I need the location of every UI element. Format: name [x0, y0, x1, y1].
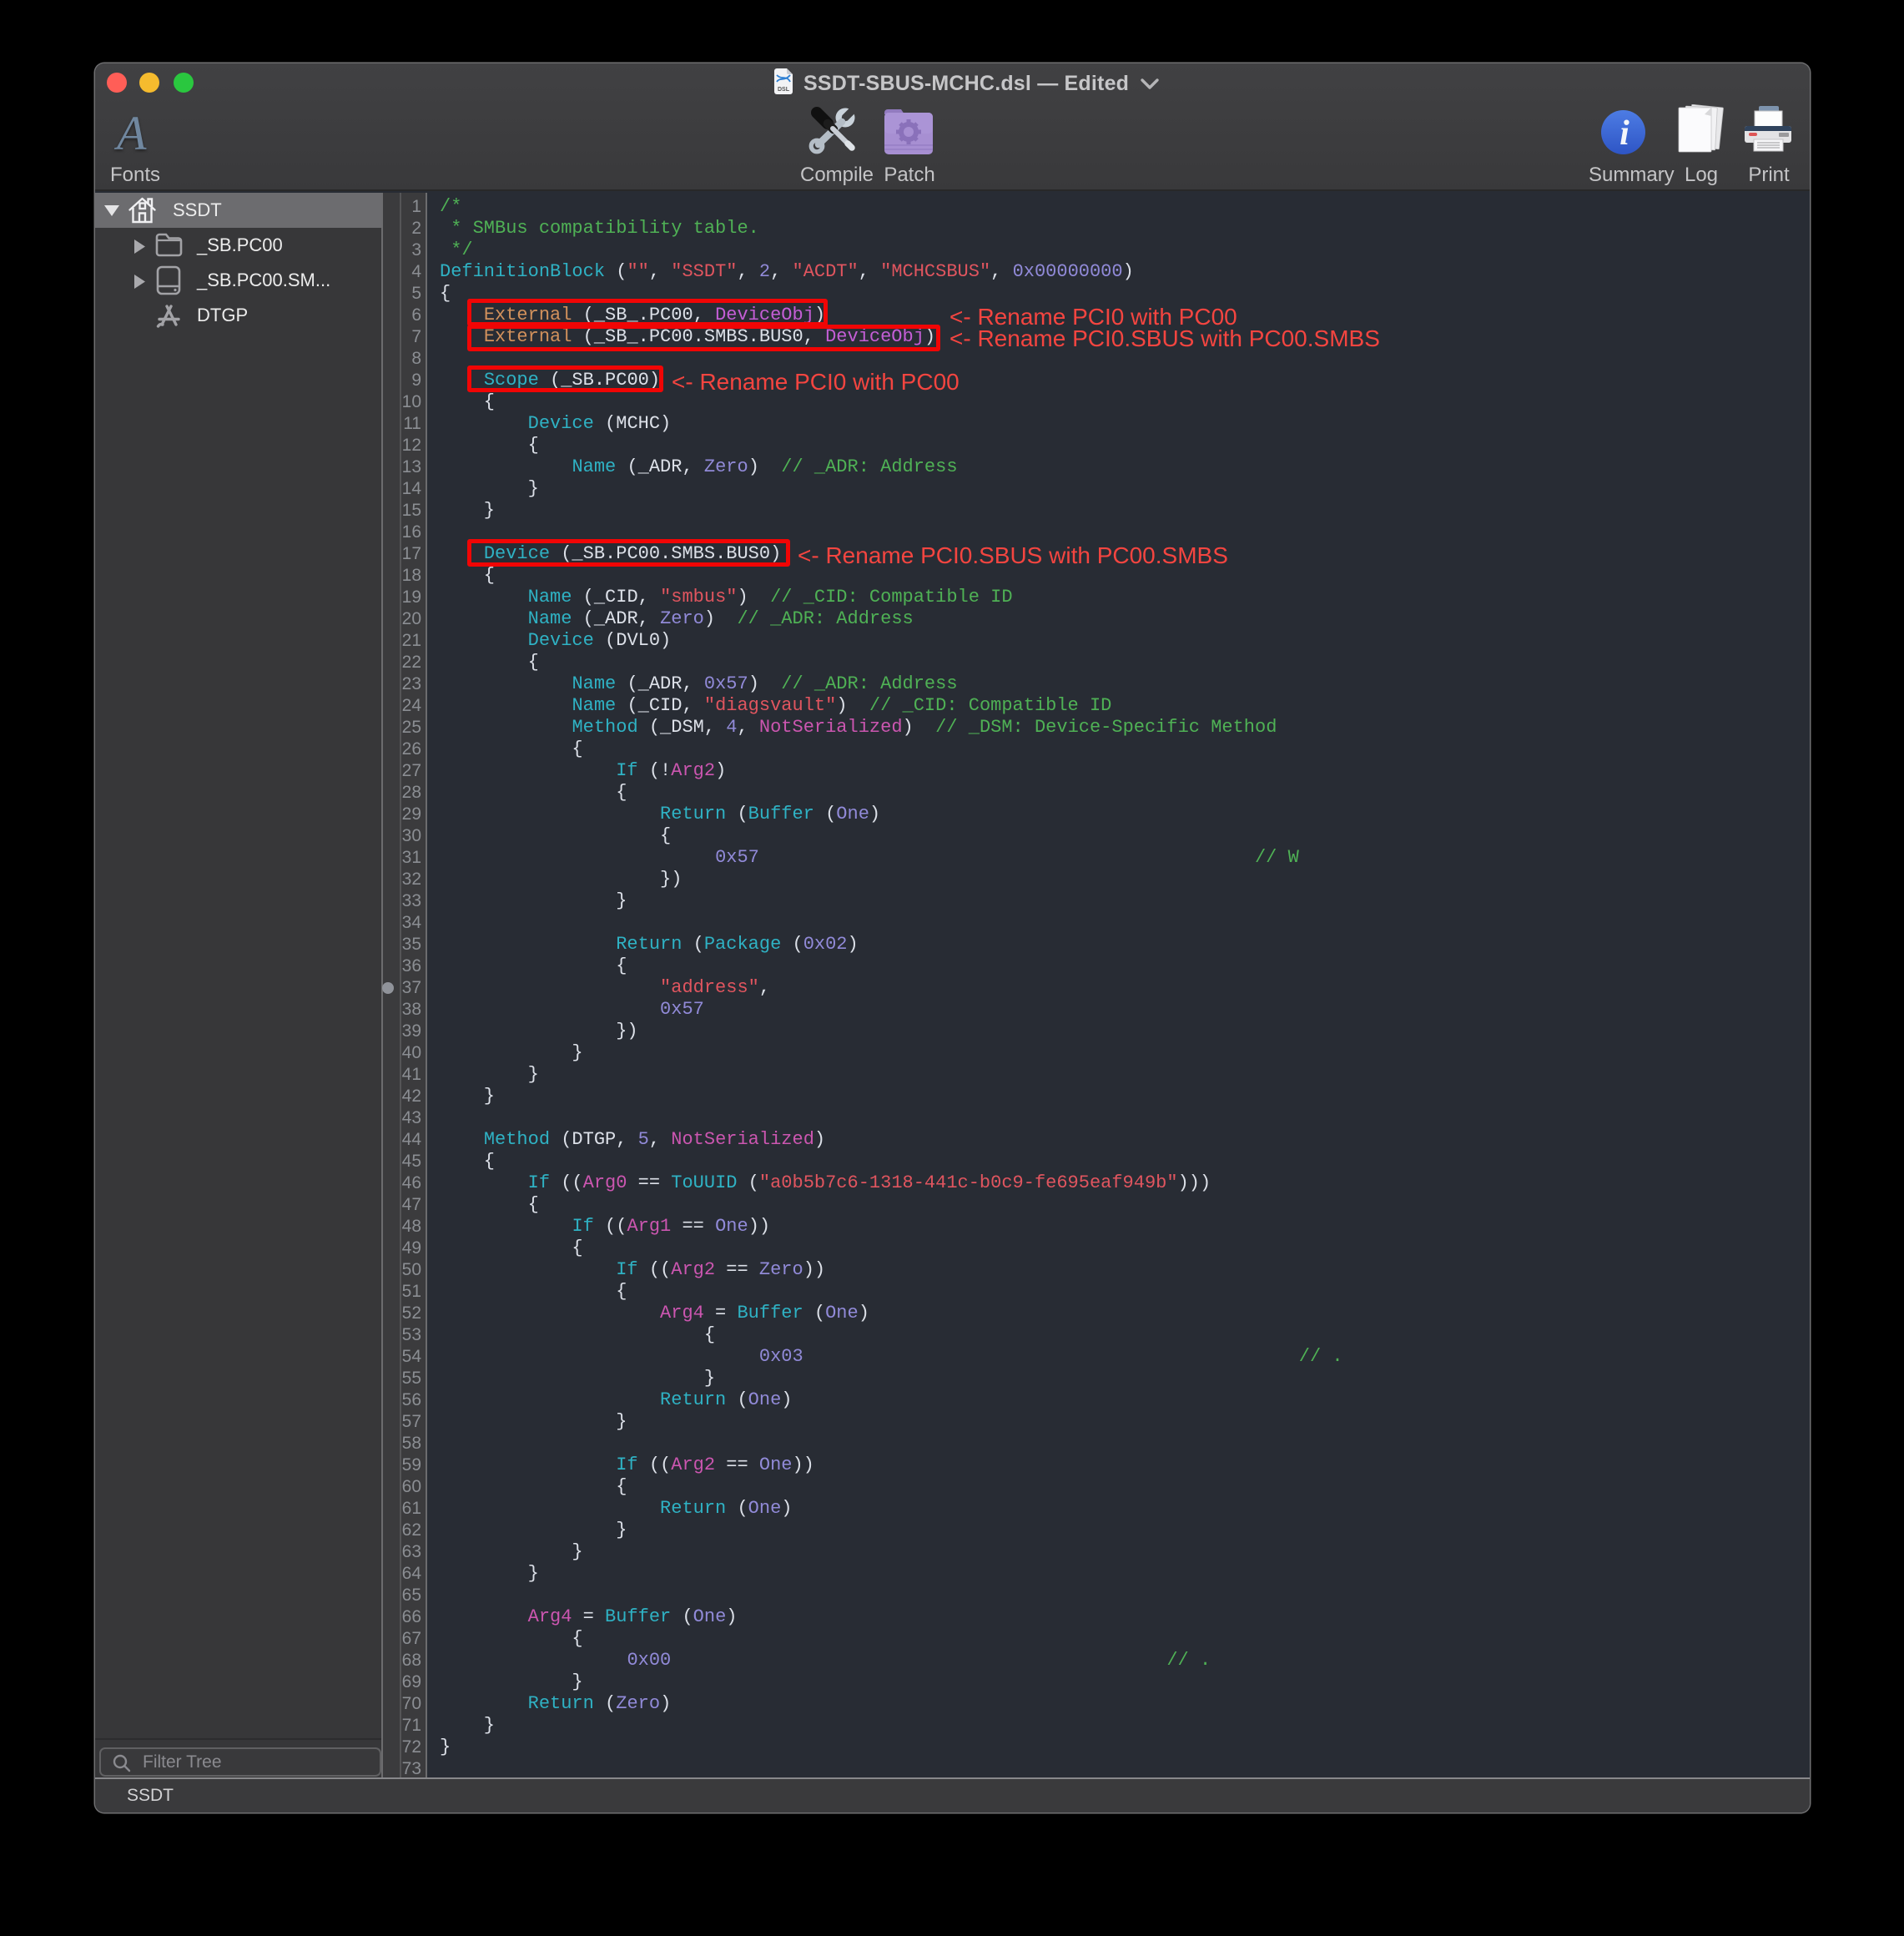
svg-text:i: i [1619, 114, 1629, 153]
svg-text:DSL: DSL [778, 87, 790, 93]
